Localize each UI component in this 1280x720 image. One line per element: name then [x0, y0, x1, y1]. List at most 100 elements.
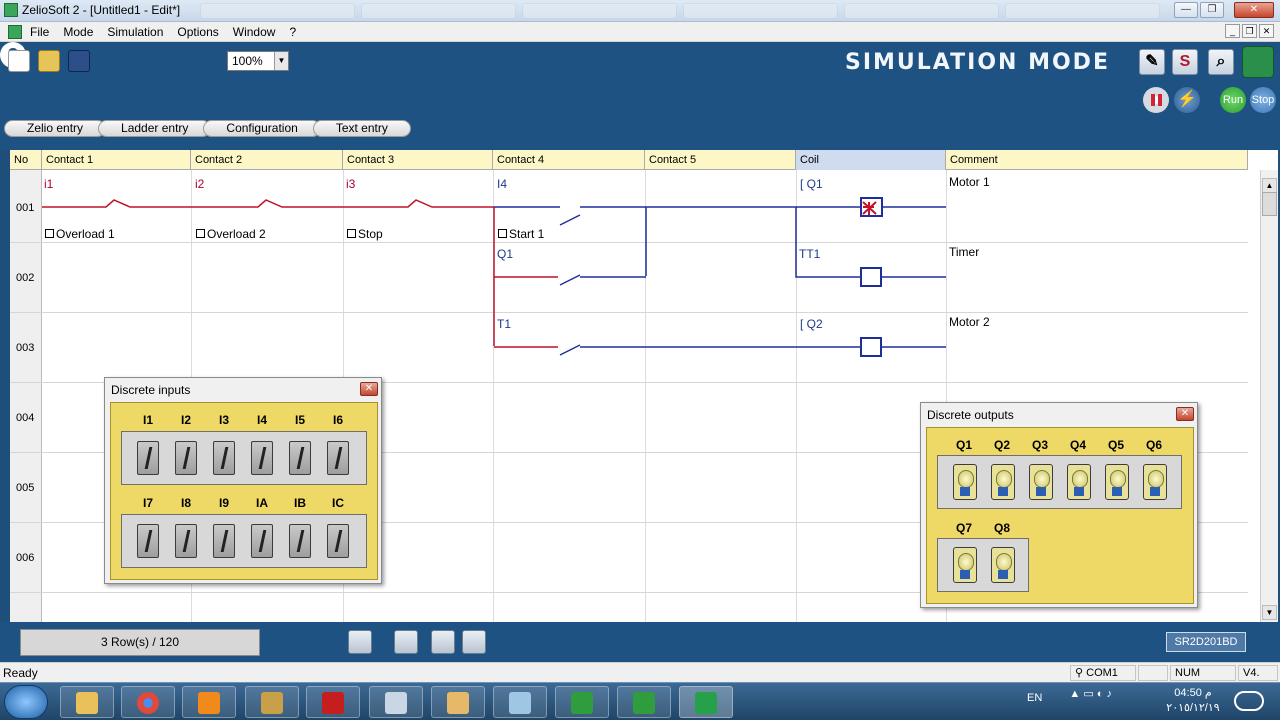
taskbar-camtasia-2[interactable]: [617, 686, 671, 718]
contact-label[interactable]: T1: [497, 317, 511, 331]
open-folder-icon[interactable]: [38, 50, 60, 72]
input-switch-i6[interactable]: [327, 441, 349, 475]
language-indicator[interactable]: EN: [1027, 692, 1042, 704]
clock[interactable]: 04:50 م ٢٠١٥/١٢/١٩: [1158, 686, 1228, 716]
window-title: ZelioSoft 2 - [Untitled1 - Edit*]: [22, 3, 181, 17]
input-switch-ic[interactable]: [327, 524, 349, 558]
rung-comment: Timer: [949, 245, 980, 259]
cloud-icon[interactable]: [1234, 691, 1264, 711]
tab-ladder-entry[interactable]: Ladder entry: [98, 120, 212, 137]
taskbar-explorer[interactable]: [60, 686, 114, 718]
plug-icon: ⚲: [1075, 667, 1084, 679]
taskbar-paint[interactable]: [431, 686, 485, 718]
tab-configuration[interactable]: Configuration: [203, 120, 321, 137]
new-file-icon[interactable]: [8, 50, 30, 72]
tab-zelio-entry[interactable]: Zelio entry: [4, 120, 107, 137]
menu-mode[interactable]: Mode: [63, 25, 93, 39]
taskbar-pdf[interactable]: [306, 686, 360, 718]
tab-text-entry[interactable]: Text entry: [312, 120, 411, 137]
transfer-icon[interactable]: [348, 630, 372, 654]
scroll-up-icon[interactable]: ▲: [1262, 178, 1277, 193]
close-icon[interactable]: ✕: [360, 382, 378, 396]
doc-restore-button[interactable]: ❐: [1242, 24, 1257, 38]
menu-help[interactable]: ?: [289, 25, 296, 39]
doc-close-button[interactable]: ✕: [1259, 24, 1274, 38]
stop-button[interactable]: Stop: [1250, 87, 1276, 113]
input-switch-i2[interactable]: [175, 441, 197, 475]
coil-label[interactable]: [ Q1: [800, 177, 823, 191]
coil-q2[interactable]: [860, 337, 882, 357]
input-label: I2: [180, 413, 191, 427]
binoculars-icon[interactable]: [431, 630, 455, 654]
menu-options[interactable]: Options: [177, 25, 218, 39]
chevron-down-icon[interactable]: ▼: [274, 52, 288, 70]
discrete-outputs-panel[interactable]: Discrete outputs ✕ Q1 Q2 Q3 Q4 Q5 Q6 Q7 …: [920, 402, 1198, 608]
save-disk-icon[interactable]: [68, 50, 90, 72]
s-button[interactable]: S: [1172, 49, 1198, 75]
contact-label[interactable]: Q1: [497, 247, 513, 261]
com-port: ⚲ COM1: [1070, 665, 1136, 681]
outputs-body: Q1 Q2 Q3 Q4 Q5 Q6 Q7 Q8: [926, 427, 1194, 604]
rung-comment: Motor 1: [949, 175, 990, 189]
taskbar-vlc[interactable]: [182, 686, 236, 718]
doc-minimize-button[interactable]: _: [1225, 24, 1240, 38]
device-reference: SR2D201BD: [1166, 632, 1246, 652]
input-switch-i3[interactable]: [213, 441, 235, 475]
maximize-button[interactable]: ❐: [1200, 2, 1224, 18]
module-icon[interactable]: [394, 630, 418, 654]
status-cell-empty: [1138, 665, 1168, 681]
coil-label[interactable]: TT1: [799, 247, 820, 261]
close-icon[interactable]: ✕: [1176, 407, 1194, 421]
taskbar-calculator[interactable]: [369, 686, 423, 718]
switch-tray: [121, 431, 367, 485]
menu-simulation[interactable]: Simulation: [107, 25, 163, 39]
discrete-inputs-panel[interactable]: Discrete inputs ✕ I1 I2 I3 I4 I5 I6 I7 I…: [104, 377, 382, 584]
vertical-scrollbar[interactable]: ▲ ▼: [1260, 170, 1278, 622]
taskbar-zeliosoft[interactable]: [679, 686, 733, 718]
input-switch-i7[interactable]: [137, 524, 159, 558]
output-label: Q3: [1031, 438, 1048, 452]
input-switch-i5[interactable]: [289, 441, 311, 475]
lightning-icon[interactable]: ⚡: [1174, 87, 1200, 113]
input-label: I3: [218, 413, 229, 427]
monitor-icon[interactable]: ✎: [1139, 49, 1165, 75]
taskbar-app-2[interactable]: [493, 686, 547, 718]
scroll-thumb[interactable]: [1262, 192, 1277, 216]
keyboard-icon[interactable]: [462, 630, 486, 654]
input-switch-i1[interactable]: [137, 441, 159, 475]
contact-description: Overload 2: [196, 227, 266, 241]
input-switch-ib[interactable]: [289, 524, 311, 558]
pause-icon[interactable]: [1143, 87, 1169, 113]
input-label: I7: [142, 496, 153, 510]
taskbar-chrome[interactable]: [121, 686, 175, 718]
contact-label[interactable]: I4: [497, 177, 507, 191]
zelio-logo-icon: [1242, 46, 1274, 78]
input-switch-ia[interactable]: [251, 524, 273, 558]
input-switch-i8[interactable]: [175, 524, 197, 558]
contact-label[interactable]: i3: [346, 177, 355, 191]
contact-label[interactable]: i2: [195, 177, 204, 191]
contact-label[interactable]: i1: [44, 177, 53, 191]
coil-label[interactable]: [ Q2: [800, 317, 823, 331]
tray-icons[interactable]: ▲ ▭ ◐ ♪: [1069, 687, 1112, 700]
close-button[interactable]: ✕: [1234, 2, 1274, 18]
run-button[interactable]: Run: [1220, 87, 1246, 113]
output-label: Q2: [993, 438, 1010, 452]
input-switch-i4[interactable]: [251, 441, 273, 475]
minimize-button[interactable]: —: [1174, 2, 1198, 18]
scroll-down-icon[interactable]: ▼: [1262, 605, 1277, 620]
rung-comment: Motor 2: [949, 315, 990, 329]
input-switch-i9[interactable]: [213, 524, 235, 558]
taskbar-app[interactable]: [245, 686, 299, 718]
output-lamp-q1: [953, 464, 977, 500]
output-label: Q5: [1107, 438, 1124, 452]
start-button[interactable]: [4, 685, 48, 719]
menu-window[interactable]: Window: [233, 25, 276, 39]
coil-tt1[interactable]: [860, 267, 882, 287]
inputs-body: I1 I2 I3 I4 I5 I6 I7 I8 I9 IA IB IC: [110, 402, 378, 580]
zoom-select[interactable]: 100% ▼: [227, 51, 289, 71]
search-icon[interactable]: ⌕: [1208, 49, 1234, 75]
taskbar-camtasia[interactable]: [555, 686, 609, 718]
toolbar: ? 100% ▼ SIMULATION MODE ✎ S ⌕ ⚡ Run Sto…: [0, 42, 1280, 118]
menu-file[interactable]: File: [30, 25, 49, 39]
